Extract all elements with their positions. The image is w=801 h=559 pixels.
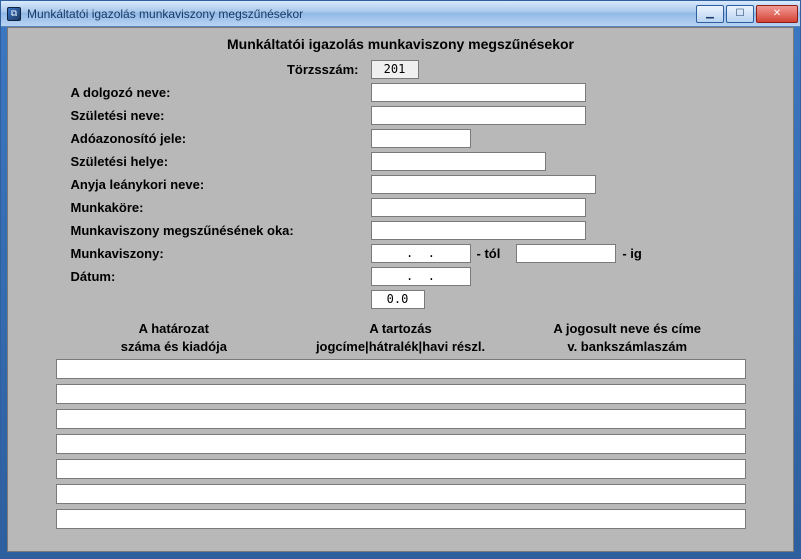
app-icon: ⧉: [7, 7, 21, 21]
ado-field[interactable]: [371, 129, 471, 148]
label-nev: A dolgozó neve:: [71, 85, 371, 100]
label-munkakor: Munkaköre:: [71, 200, 371, 215]
maximize-button[interactable]: ☐: [726, 5, 754, 23]
col-header-1-line1: A határozat: [61, 320, 288, 338]
mv-ig-field[interactable]: [516, 244, 616, 263]
extra-field[interactable]: [371, 290, 425, 309]
line-row[interactable]: [56, 484, 746, 504]
window-title: Munkáltatói igazolás munkaviszony megszű…: [27, 7, 303, 21]
titlebar-left: ⧉ Munkáltatói igazolás munkaviszony megs…: [7, 7, 303, 21]
col-header-3-line2: v. bankszámlaszám: [514, 338, 741, 356]
munkakor-field[interactable]: [371, 198, 586, 217]
szul-hely-field[interactable]: [371, 152, 546, 171]
label-ado: Adóazonosító jele:: [71, 131, 371, 146]
line-row[interactable]: [56, 434, 746, 454]
close-button[interactable]: ✕: [756, 5, 798, 23]
label-szul-nev: Születési neve:: [71, 108, 371, 123]
label-mv-tol: - tól: [477, 246, 501, 261]
app-window: ⧉ Munkáltatói igazolás munkaviszony megs…: [0, 0, 801, 559]
label-mv: Munkaviszony:: [71, 246, 371, 261]
ok-field[interactable]: [371, 221, 586, 240]
line-row[interactable]: [56, 384, 746, 404]
column-headers: A határozat száma és kiadója A tartozás …: [61, 320, 741, 355]
col-header-2-line2: jogcíme|hátralék|havi részl.: [287, 338, 514, 356]
torzsszam-field[interactable]: [371, 60, 419, 79]
anyja-field[interactable]: [371, 175, 596, 194]
line-row[interactable]: [56, 359, 746, 379]
line-row[interactable]: [56, 509, 746, 529]
label-anyja: Anyja leánykori neve:: [71, 177, 371, 192]
titlebar-buttons: ▁ ☐ ✕: [696, 5, 798, 23]
label-torzsszam: Törzsszám:: [71, 62, 371, 77]
datum-field[interactable]: [371, 267, 471, 286]
titlebar: ⧉ Munkáltatói igazolás munkaviszony megs…: [1, 1, 800, 27]
lines-container: [56, 359, 746, 534]
page-title: Munkáltatói igazolás munkaviszony megszű…: [22, 36, 779, 52]
minimize-button[interactable]: ▁: [696, 5, 724, 23]
col-header-3-line1: A jogosult neve és címe: [514, 320, 741, 338]
col-header-1-line2: száma és kiadója: [61, 338, 288, 356]
form-rows: Törzsszám: A dolgozó neve: Születési nev…: [71, 58, 731, 310]
line-row[interactable]: [56, 409, 746, 429]
client-area: Munkáltatói igazolás munkaviszony megszű…: [7, 27, 794, 552]
col-header-3: A jogosult neve és címe v. bankszámlaszá…: [514, 320, 741, 355]
col-header-1: A határozat száma és kiadója: [61, 320, 288, 355]
label-ok: Munkaviszony megszűnésének oka:: [71, 223, 371, 238]
label-mv-ig: - ig: [622, 246, 642, 261]
mv-tol-field[interactable]: [371, 244, 471, 263]
szul-nev-field[interactable]: [371, 106, 586, 125]
line-row[interactable]: [56, 459, 746, 479]
label-datum: Dátum:: [71, 269, 371, 284]
col-header-2-line1: A tartozás: [287, 320, 514, 338]
col-header-2: A tartozás jogcíme|hátralék|havi részl.: [287, 320, 514, 355]
nev-field[interactable]: [371, 83, 586, 102]
label-szul-hely: Születési helye:: [71, 154, 371, 169]
